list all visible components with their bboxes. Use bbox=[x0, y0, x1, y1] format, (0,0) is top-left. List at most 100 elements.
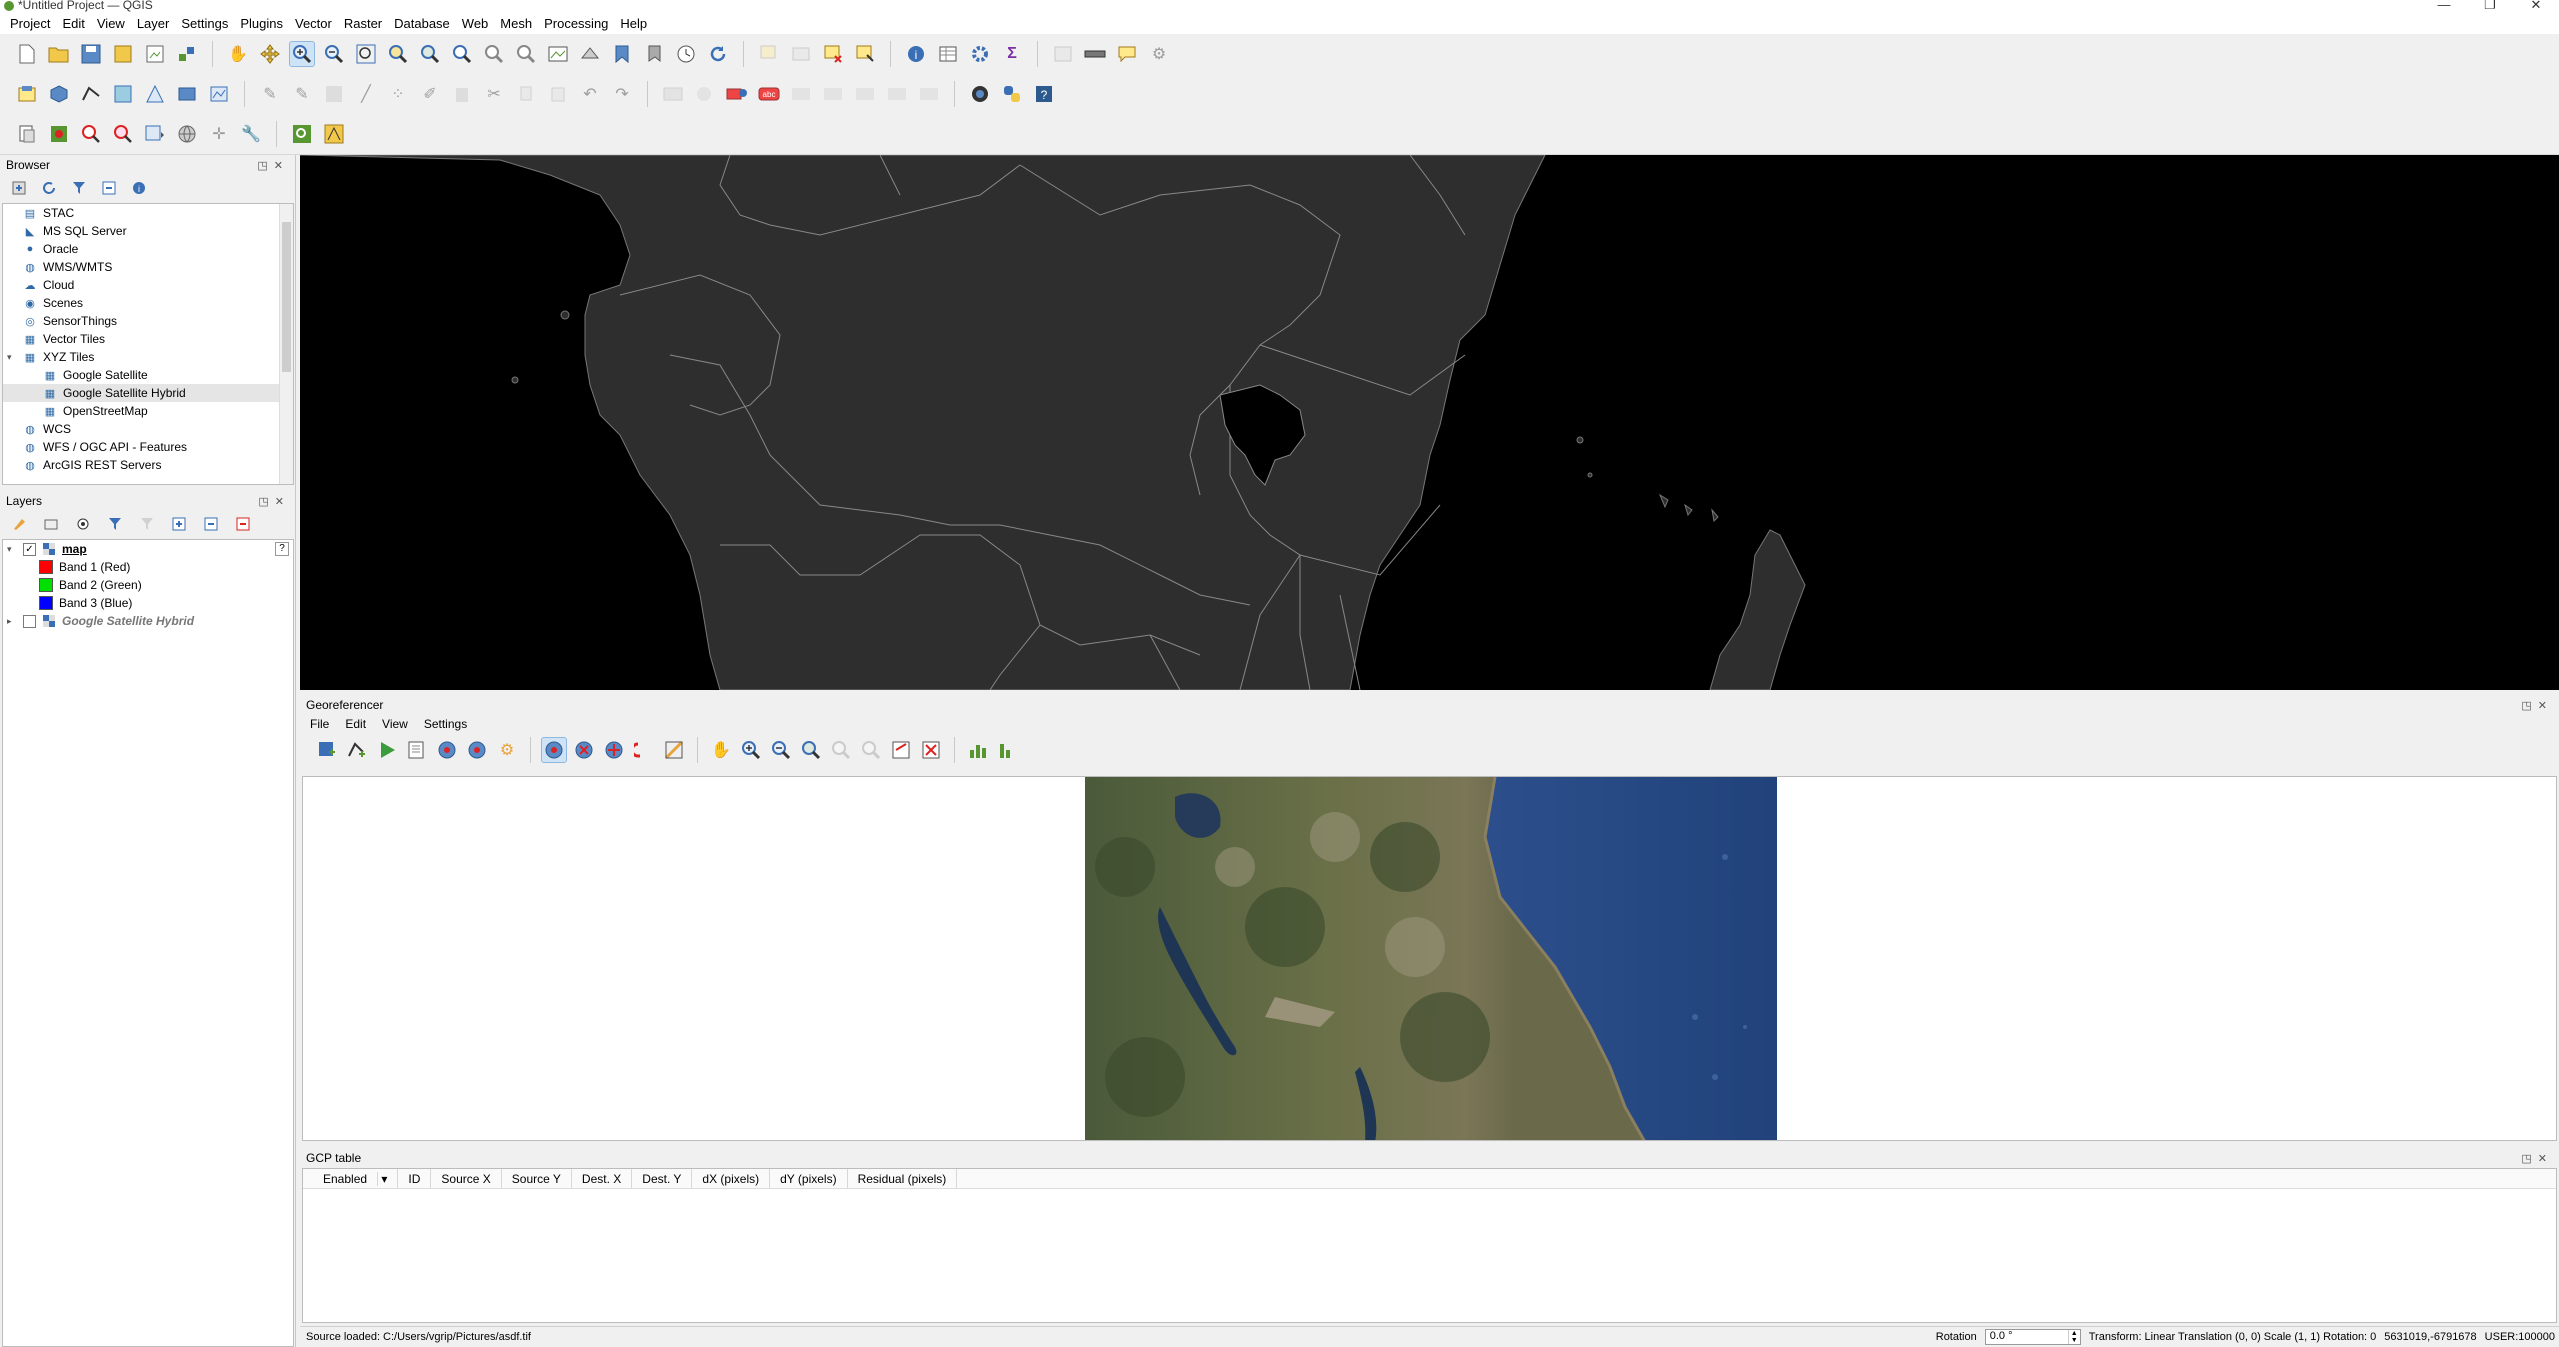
close-button[interactable]: ✕ bbox=[2513, 0, 2559, 13]
menu-help[interactable]: Help bbox=[614, 16, 653, 31]
current-edits-icon[interactable]: ✎ bbox=[289, 81, 315, 107]
copy-features-icon[interactable] bbox=[513, 81, 539, 107]
link-georef-to-qgis-icon[interactable] bbox=[888, 737, 914, 763]
add-wfs-layer-icon[interactable] bbox=[206, 81, 232, 107]
browser-item[interactable]: ▦ Vector Tiles bbox=[3, 330, 293, 348]
menu-processing[interactable]: Processing bbox=[538, 16, 614, 31]
browser-item[interactable]: ▤ STAC bbox=[3, 204, 293, 222]
browser-item[interactable]: ◍ WFS / OGC API - Features bbox=[3, 438, 293, 456]
redo-icon[interactable]: ↷ bbox=[609, 81, 635, 107]
settings-gear-icon[interactable]: ⚙ bbox=[1146, 41, 1172, 67]
link-qgis-to-georef-icon[interactable] bbox=[918, 737, 944, 763]
layer-row-google-satellite-hybrid[interactable]: ▸ Google Satellite Hybrid bbox=[3, 612, 293, 630]
panel-float-close-icon[interactable]: ◳✕ bbox=[257, 159, 289, 172]
new-project-icon[interactable] bbox=[14, 41, 40, 67]
style-manager-icon[interactable] bbox=[174, 41, 200, 67]
map-canvas[interactable] bbox=[300, 155, 2559, 690]
save-gcp-points-icon[interactable] bbox=[464, 737, 490, 763]
select-extent-icon[interactable] bbox=[142, 121, 168, 147]
collapse-all-icon[interactable] bbox=[96, 175, 122, 201]
browser-item[interactable]: ◍ WCS bbox=[3, 420, 293, 438]
menu-mesh[interactable]: Mesh bbox=[494, 16, 538, 31]
georef-zoom-layer-icon[interactable] bbox=[798, 737, 824, 763]
zoom-layer-icon[interactable] bbox=[417, 41, 443, 67]
expand-arrow-icon[interactable]: ▸ bbox=[7, 616, 17, 627]
zoom-native-icon[interactable] bbox=[449, 41, 475, 67]
zoom-to-point-icon[interactable] bbox=[78, 121, 104, 147]
transformation-settings-icon[interactable]: ⚙ bbox=[494, 737, 520, 763]
coordinate-capture-icon[interactable]: ✛ bbox=[206, 121, 232, 147]
rotation-spinner-icon[interactable]: ▲ ▼ bbox=[2067, 1330, 2080, 1344]
undo-icon[interactable]: ↶ bbox=[577, 81, 603, 107]
georef-zoom-in-icon[interactable] bbox=[738, 737, 764, 763]
move-label-icon[interactable] bbox=[788, 81, 814, 107]
add-wms-layer-icon[interactable] bbox=[174, 81, 200, 107]
collapse-all-layers-icon[interactable] bbox=[198, 511, 224, 537]
browser-item[interactable]: ◎ SensorThings bbox=[3, 312, 293, 330]
digitize-icon[interactable]: ╱ bbox=[353, 81, 379, 107]
panel-float-close-icon[interactable]: ◳✕ bbox=[2521, 699, 2553, 712]
expand-arrow-icon[interactable]: ▾ bbox=[7, 352, 17, 363]
map-tips-icon[interactable] bbox=[1114, 41, 1140, 67]
select-location-icon[interactable] bbox=[852, 41, 878, 67]
menu-database[interactable]: Database bbox=[388, 16, 456, 31]
plugin-tool-icon[interactable] bbox=[321, 121, 347, 147]
cut-features-icon[interactable]: ✂ bbox=[481, 81, 507, 107]
refresh-browser-icon[interactable] bbox=[36, 175, 62, 201]
column-header-id[interactable]: ID bbox=[398, 1169, 432, 1188]
label-properties-icon[interactable] bbox=[884, 81, 910, 107]
menu-edit[interactable]: Edit bbox=[56, 16, 90, 31]
delete-selected-icon[interactable] bbox=[449, 81, 475, 107]
browser-item[interactable]: ▦ Google Satellite bbox=[3, 366, 293, 384]
open-vector-icon[interactable] bbox=[344, 737, 370, 763]
new-geopackage-icon[interactable] bbox=[46, 81, 72, 107]
identify-features-icon[interactable]: i bbox=[903, 41, 929, 67]
temporal-controller-icon[interactable] bbox=[673, 41, 699, 67]
modify-attributes-icon[interactable]: ✐ bbox=[417, 81, 443, 107]
georef-menu-edit[interactable]: Edit bbox=[345, 717, 366, 731]
save-edits-icon[interactable] bbox=[321, 81, 347, 107]
layer-row-map[interactable]: ▾ ✓ map ? bbox=[3, 540, 293, 558]
add-vector-layer-icon[interactable] bbox=[78, 81, 104, 107]
column-header-residual[interactable]: Residual (pixels) bbox=[848, 1169, 958, 1188]
label-rule-icon[interactable] bbox=[916, 81, 942, 107]
filter-legend-icon[interactable] bbox=[102, 511, 128, 537]
rotate-label-icon[interactable] bbox=[820, 81, 846, 107]
browser-item[interactable]: ▦ Google Satellite Hybrid bbox=[3, 384, 293, 402]
add-raster-layer-icon[interactable] bbox=[110, 81, 136, 107]
manage-map-themes-icon[interactable] bbox=[70, 511, 96, 537]
local-histogram-stretch-icon[interactable] bbox=[965, 737, 991, 763]
quickmapservices-icon[interactable] bbox=[967, 81, 993, 107]
add-selected-layers-icon[interactable] bbox=[6, 175, 32, 201]
pan-icon[interactable]: ✋ bbox=[225, 41, 251, 67]
globe-icon[interactable] bbox=[174, 121, 200, 147]
layout-manager-icon[interactable] bbox=[14, 121, 40, 147]
column-header-dest-y[interactable]: Dest. Y bbox=[632, 1169, 693, 1188]
layer-tree[interactable]: ▾ ✓ map ? Band 1 (Red) Band 2 (Green) Ba… bbox=[2, 539, 294, 1347]
georef-menu-file[interactable]: File bbox=[310, 717, 329, 731]
spatial-bookmark-icon[interactable] bbox=[609, 41, 635, 67]
browser-item[interactable]: ▦ OpenStreetMap bbox=[3, 402, 293, 420]
zoom-in-icon[interactable] bbox=[289, 41, 315, 67]
georef-zoom-next-icon[interactable] bbox=[858, 737, 884, 763]
browser-item[interactable]: ● Oracle bbox=[3, 240, 293, 258]
zoom-selection-icon[interactable] bbox=[385, 41, 411, 67]
menu-view[interactable]: View bbox=[91, 16, 131, 31]
browser-item[interactable]: ◍ WMS/WMTS bbox=[3, 258, 293, 276]
georef-zoom-out-icon[interactable] bbox=[768, 737, 794, 763]
toggle-editing-icon[interactable]: ✎ bbox=[257, 81, 283, 107]
browser-item[interactable]: ▾ ▦ XYZ Tiles bbox=[3, 348, 293, 366]
delete-point-icon[interactable] bbox=[571, 737, 597, 763]
add-mesh-layer-icon[interactable] bbox=[142, 81, 168, 107]
remove-layer-icon[interactable] bbox=[230, 511, 256, 537]
open-raster-icon[interactable] bbox=[314, 737, 340, 763]
menu-raster[interactable]: Raster bbox=[338, 16, 388, 31]
load-gcp-points-icon[interactable] bbox=[434, 737, 460, 763]
data-source-manager-icon[interactable] bbox=[14, 81, 40, 107]
save-project-icon[interactable] bbox=[78, 41, 104, 67]
expand-all-icon[interactable] bbox=[166, 511, 192, 537]
browser-scrollbar[interactable] bbox=[279, 204, 293, 484]
processing-toolbox-icon[interactable] bbox=[967, 41, 993, 67]
change-label-icon[interactable] bbox=[852, 81, 878, 107]
save-as-icon[interactable] bbox=[110, 41, 136, 67]
